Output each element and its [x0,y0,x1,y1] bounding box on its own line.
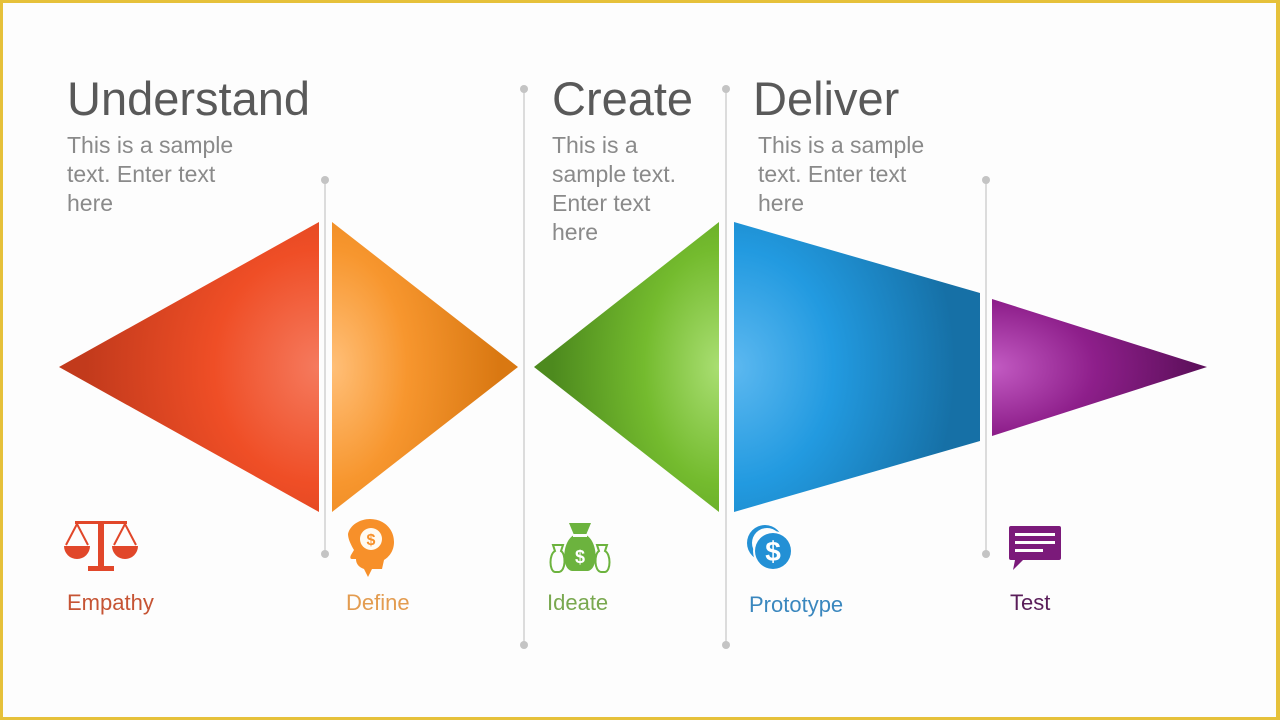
stage-label-test: Test [1010,590,1051,615]
define-shape [332,222,518,512]
chat-bubble-icon [1009,526,1061,570]
svg-text:$: $ [367,532,376,549]
coins-dollar-icon: $ [747,525,793,571]
svg-text:$: $ [575,547,585,567]
slide: Understand This is a sample text. Enter … [3,3,1276,717]
svg-text:$: $ [765,536,781,567]
ideate-shape [534,222,719,512]
scales-icon [64,521,138,571]
stage-label-prototype: Prototype [749,592,844,617]
head-dollar-icon: $ [348,519,394,577]
prototype-shape [734,222,980,512]
money-bags-icon: $ [549,523,611,573]
stage-label-ideate: Ideate [547,590,609,615]
stage-label-empathy: Empathy [67,590,154,615]
stage-label-define: Define [346,590,410,615]
process-diagram [59,222,1207,512]
test-shape [992,299,1207,436]
empathy-shape [59,222,319,512]
